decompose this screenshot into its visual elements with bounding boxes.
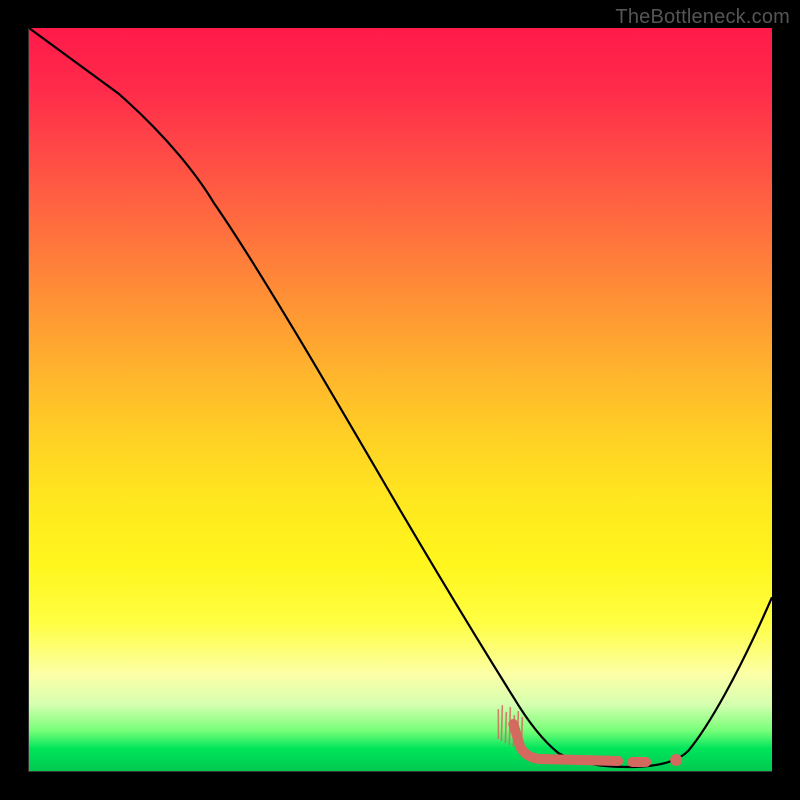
watermark-label: TheBottleneck.com [615, 6, 790, 29]
curve-line [29, 28, 772, 767]
coral-dot [670, 754, 682, 766]
chart-overlay [29, 28, 772, 771]
chart-container [28, 28, 772, 772]
coral-valley-segment [513, 724, 646, 762]
